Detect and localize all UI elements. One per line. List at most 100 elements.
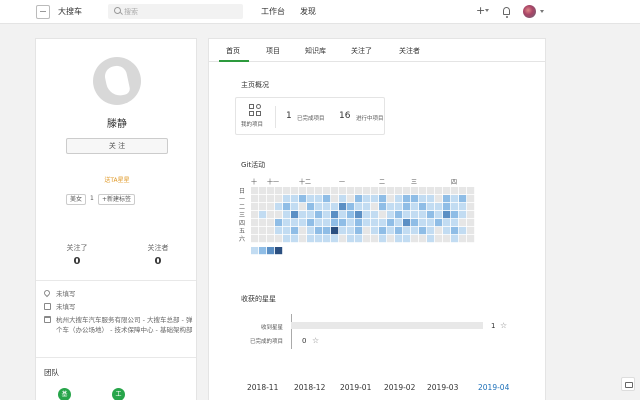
heatmap-cell[interactable] [283,219,291,227]
heatmap-cell[interactable] [259,235,267,243]
heatmap-cell[interactable] [371,187,379,195]
heatmap-cell[interactable] [403,187,411,195]
heatmap-cell[interactable] [379,211,387,219]
give-star-link[interactable]: 送TA星星 [36,175,198,184]
heatmap-cell[interactable] [339,227,347,235]
heatmap-cell[interactable] [387,195,395,203]
heatmap-cell[interactable] [387,187,395,195]
heatmap-cell[interactable] [315,227,323,235]
heatmap-cell[interactable] [451,211,459,219]
heatmap-cell[interactable] [403,211,411,219]
heatmap-cell[interactable] [275,187,283,195]
heatmap-cell[interactable] [291,203,299,211]
tab-projects[interactable]: 项目 [266,46,280,56]
heatmap-cell[interactable] [315,187,323,195]
heatmap-cell[interactable] [411,195,419,203]
heatmap-cell[interactable] [331,235,339,243]
heatmap-cell[interactable] [259,195,267,203]
heatmap-cell[interactable] [371,235,379,243]
month-tab[interactable]: 2018-12 [294,383,325,392]
heatmap-cell[interactable] [299,235,307,243]
heatmap-cell[interactable] [467,235,475,243]
heatmap-cell[interactable] [363,187,371,195]
heatmap-cell[interactable] [355,203,363,211]
heatmap-cell[interactable] [323,219,331,227]
heatmap-cell[interactable] [275,195,283,203]
heatmap-cell[interactable] [267,211,275,219]
tab-home[interactable]: 首页 [226,46,240,56]
heatmap-cell[interactable] [427,187,435,195]
heatmap-cell[interactable] [283,235,291,243]
heatmap-cell[interactable] [299,203,307,211]
heatmap-cell[interactable] [251,227,259,235]
heatmap-cell[interactable] [275,211,283,219]
heatmap-cell[interactable] [299,187,307,195]
heatmap-cell[interactable] [291,227,299,235]
new-tag-button[interactable]: +新建标签 [98,194,136,205]
heatmap-cell[interactable] [443,211,451,219]
heatmap-cell[interactable] [427,219,435,227]
heatmap-cell[interactable] [371,227,379,235]
heatmap-cell[interactable] [299,219,307,227]
heatmap-cell[interactable] [291,235,299,243]
heatmap-cell[interactable] [379,187,387,195]
heatmap-cell[interactable] [259,211,267,219]
heatmap-cell[interactable] [395,227,403,235]
heatmap-cell[interactable] [403,219,411,227]
heatmap-cell[interactable] [347,219,355,227]
heatmap-cell[interactable] [307,235,315,243]
tag-chip[interactable]: 美女 [66,194,87,205]
heatmap-cell[interactable] [315,203,323,211]
heatmap-cell[interactable] [299,211,307,219]
heatmap-cell[interactable] [459,235,467,243]
heatmap-cell[interactable] [251,187,259,195]
heatmap-cell[interactable] [363,235,371,243]
heatmap-cell[interactable] [267,187,275,195]
heatmap-cell[interactable] [331,227,339,235]
heatmap-cell[interactable] [307,219,315,227]
chevron-down-icon[interactable] [540,10,544,13]
heatmap-cell[interactable] [267,203,275,211]
heatmap-cell[interactable] [347,235,355,243]
heatmap-cell[interactable] [323,187,331,195]
heatmap-cell[interactable] [283,227,291,235]
followers-count[interactable]: 0 [128,256,188,267]
heatmap-cell[interactable] [435,235,443,243]
heatmap-cell[interactable] [467,219,475,227]
plus-icon[interactable]: + [476,4,485,18]
heatmap-cell[interactable] [451,187,459,195]
heatmap-cell[interactable] [339,195,347,203]
heatmap-cell[interactable] [459,195,467,203]
heatmap-cell[interactable] [371,203,379,211]
heatmap-cell[interactable] [419,203,427,211]
heatmap-cell[interactable] [419,235,427,243]
heatmap-cell[interactable] [331,195,339,203]
heatmap-cell[interactable] [331,187,339,195]
heatmap-cell[interactable] [283,187,291,195]
heatmap-cell[interactable] [451,235,459,243]
heatmap-cell[interactable] [467,203,475,211]
heatmap-cell[interactable] [307,195,315,203]
tab-knowledge[interactable]: 知识库 [305,46,326,56]
heatmap-cell[interactable] [283,203,291,211]
heatmap-cell[interactable] [347,227,355,235]
heatmap-cell[interactable] [467,195,475,203]
heatmap-cell[interactable] [323,227,331,235]
heatmap-cell[interactable] [371,195,379,203]
heatmap-cell[interactable] [427,195,435,203]
heatmap-cell[interactable] [443,187,451,195]
month-tab[interactable]: 2019-01 [340,383,371,392]
following-count[interactable]: 0 [47,256,107,267]
heatmap-cell[interactable] [451,195,459,203]
heatmap-cell[interactable] [371,211,379,219]
heatmap-cell[interactable] [427,227,435,235]
heatmap-cell[interactable] [411,203,419,211]
followers-label[interactable]: 关注者 [128,243,188,253]
user-avatar[interactable] [523,5,536,18]
heatmap-cell[interactable] [451,219,459,227]
heatmap-cell[interactable] [315,195,323,203]
heatmap-cell[interactable] [443,227,451,235]
heatmap-cell[interactable] [339,211,347,219]
heatmap-cell[interactable] [259,187,267,195]
heatmap-cell[interactable] [339,235,347,243]
